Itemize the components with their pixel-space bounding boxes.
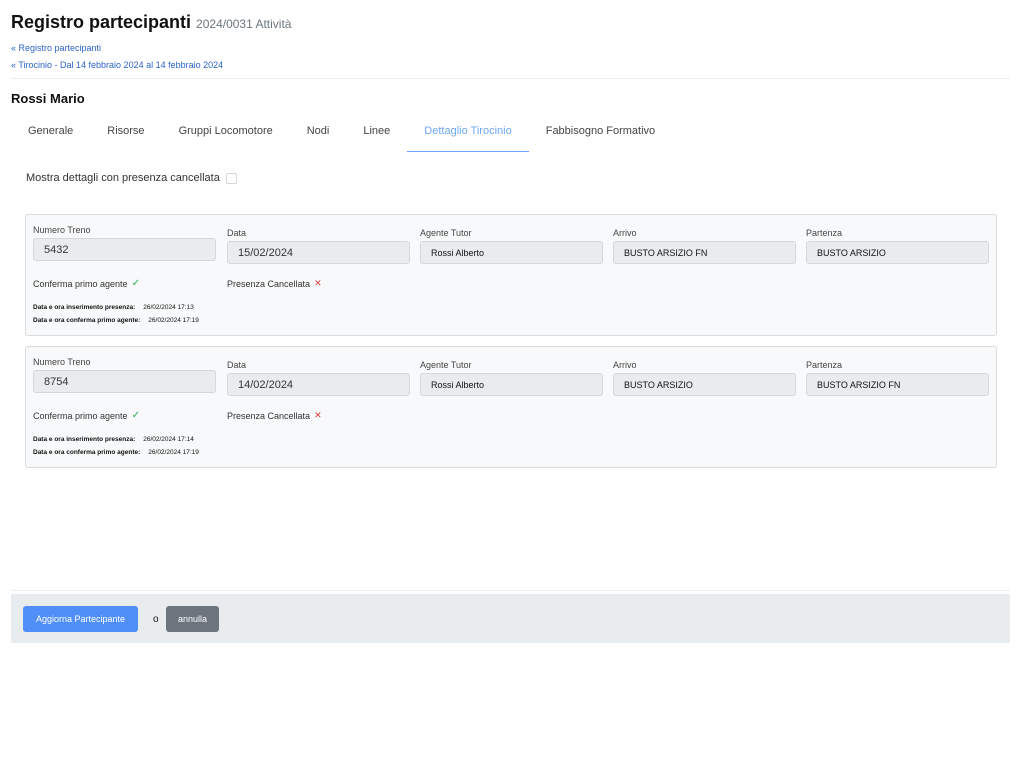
- arrival-input[interactable]: BUSTO ARSIZIO: [613, 373, 796, 396]
- confirm-first-agent: Conferma primo agente ✓: [33, 278, 140, 289]
- presence-card: Numero Treno 8754 Data 14/02/2024 Agente…: [25, 346, 997, 468]
- insert-datetime-row: Data e ora inserimento presenza: 26/02/20…: [33, 436, 194, 443]
- insert-datetime-label: Data e ora inserimento presenza:: [33, 436, 136, 443]
- page-title-subtitle: 2024/0031 Attività: [196, 17, 292, 31]
- train-number-field: Numero Treno 8754: [33, 357, 216, 393]
- confirm-first-agent-label: Conferma primo agente: [33, 410, 128, 421]
- date-label: Data: [227, 360, 247, 370]
- presence-cancelled-label: Presenza Cancellata: [227, 410, 311, 421]
- or-separator: o: [153, 614, 159, 625]
- confirm-datetime-value: 26/02/2024 17:19: [148, 317, 199, 324]
- departure-field: Partenza BUSTO ARSIZIO: [806, 228, 989, 264]
- page-title-main: Registro partecipanti: [11, 12, 192, 32]
- departure-input[interactable]: BUSTO ARSIZIO: [806, 241, 989, 264]
- date-label: Data: [227, 228, 247, 238]
- tab-risorse[interactable]: Risorse: [90, 114, 161, 152]
- arrival-field: Arrivo BUSTO ARSIZIO FN: [613, 228, 796, 264]
- train-number-label: Numero Treno: [33, 357, 91, 367]
- insert-datetime-label: Data e ora inserimento presenza:: [33, 304, 136, 311]
- confirm-datetime-row: Data e ora conferma primo agente: 26/02/2…: [33, 317, 199, 324]
- confirm-datetime-label: Data e ora conferma primo agente:: [33, 449, 141, 456]
- tab-dettaglio-tirocinio[interactable]: Dettaglio Tirocinio: [407, 114, 529, 152]
- cross-icon: ✕: [314, 410, 322, 420]
- insert-datetime-value: 26/02/2024 17:14: [143, 436, 194, 443]
- tab-fabbisogno-formativo[interactable]: Fabbisogno Formativo: [529, 114, 672, 152]
- show-cancelled-row: Mostra dettagli con presenza cancellata: [26, 172, 237, 184]
- departure-label: Partenza: [806, 228, 843, 238]
- tutor-field: Agente Tutor Rossi Alberto: [420, 360, 603, 396]
- tab-bar: Generale Risorse Gruppi Locomotore Nodi …: [11, 114, 672, 152]
- tutor-input[interactable]: Rossi Alberto: [420, 373, 603, 396]
- tab-generale[interactable]: Generale: [11, 114, 90, 152]
- check-icon: ✓: [131, 410, 140, 421]
- tutor-label: Agente Tutor: [420, 228, 472, 238]
- breadcrumb-registro-partecipanti[interactable]: « Registro partecipanti: [11, 43, 101, 53]
- cross-icon: ✕: [314, 278, 322, 288]
- tutor-label: Agente Tutor: [420, 360, 472, 370]
- date-input[interactable]: 15/02/2024: [227, 241, 410, 264]
- divider: [11, 590, 1010, 591]
- confirm-datetime-value: 26/02/2024 17:19: [148, 449, 199, 456]
- confirm-first-agent-label: Conferma primo agente: [33, 278, 128, 289]
- insert-datetime-value: 26/02/2024 17:13: [143, 304, 194, 311]
- show-cancelled-label: Mostra dettagli con presenza cancellata: [26, 172, 220, 184]
- confirm-datetime-label: Data e ora conferma primo agente:: [33, 317, 141, 324]
- train-number-label: Numero Treno: [33, 225, 91, 235]
- arrival-field: Arrivo BUSTO ARSIZIO: [613, 360, 796, 396]
- insert-datetime-row: Data e ora inserimento presenza: 26/02/20…: [33, 304, 194, 311]
- presence-cancelled-label: Presenza Cancellata: [227, 278, 311, 289]
- confirm-datetime-row: Data e ora conferma primo agente: 26/02/2…: [33, 449, 199, 456]
- presence-card: Numero Treno 5432 Data 15/02/2024 Agente…: [25, 214, 997, 336]
- tab-gruppi-locomotore[interactable]: Gruppi Locomotore: [162, 114, 290, 152]
- participant-name: Rossi Mario: [11, 91, 85, 106]
- date-input[interactable]: 14/02/2024: [227, 373, 410, 396]
- breadcrumb-tirocinio[interactable]: « Tirocinio - Dal 14 febbraio 2024 al 14…: [11, 60, 223, 70]
- arrival-label: Arrivo: [613, 360, 637, 370]
- form-footer: Aggiorna Partecipante o annulla: [11, 594, 1010, 643]
- tab-linee[interactable]: Linee: [346, 114, 407, 152]
- divider: [11, 78, 1010, 79]
- show-cancelled-checkbox[interactable]: [225, 172, 237, 184]
- confirm-first-agent: Conferma primo agente ✓: [33, 410, 140, 421]
- train-number-input[interactable]: 5432: [33, 238, 216, 261]
- arrival-label: Arrivo: [613, 228, 637, 238]
- presence-cancelled: Presenza Cancellata ✕: [227, 410, 322, 421]
- tab-nodi[interactable]: Nodi: [290, 114, 347, 152]
- date-field: Data 14/02/2024: [227, 360, 410, 396]
- presence-cancelled: Presenza Cancellata ✕: [227, 278, 322, 289]
- cancel-button[interactable]: annulla: [166, 606, 220, 632]
- update-participant-button[interactable]: Aggiorna Partecipante: [23, 606, 139, 632]
- train-number-input[interactable]: 8754: [33, 370, 216, 393]
- date-field: Data 15/02/2024: [227, 228, 410, 264]
- train-number-field: Numero Treno 5432: [33, 225, 216, 261]
- tutor-input[interactable]: Rossi Alberto: [420, 241, 603, 264]
- departure-field: Partenza BUSTO ARSIZIO FN: [806, 360, 989, 396]
- arrival-input[interactable]: BUSTO ARSIZIO FN: [613, 241, 796, 264]
- departure-label: Partenza: [806, 360, 843, 370]
- tutor-field: Agente Tutor Rossi Alberto: [420, 228, 603, 264]
- check-icon: ✓: [131, 278, 140, 289]
- page-title: Registro partecipanti 2024/0031 Attività: [11, 12, 291, 33]
- departure-input[interactable]: BUSTO ARSIZIO FN: [806, 373, 989, 396]
